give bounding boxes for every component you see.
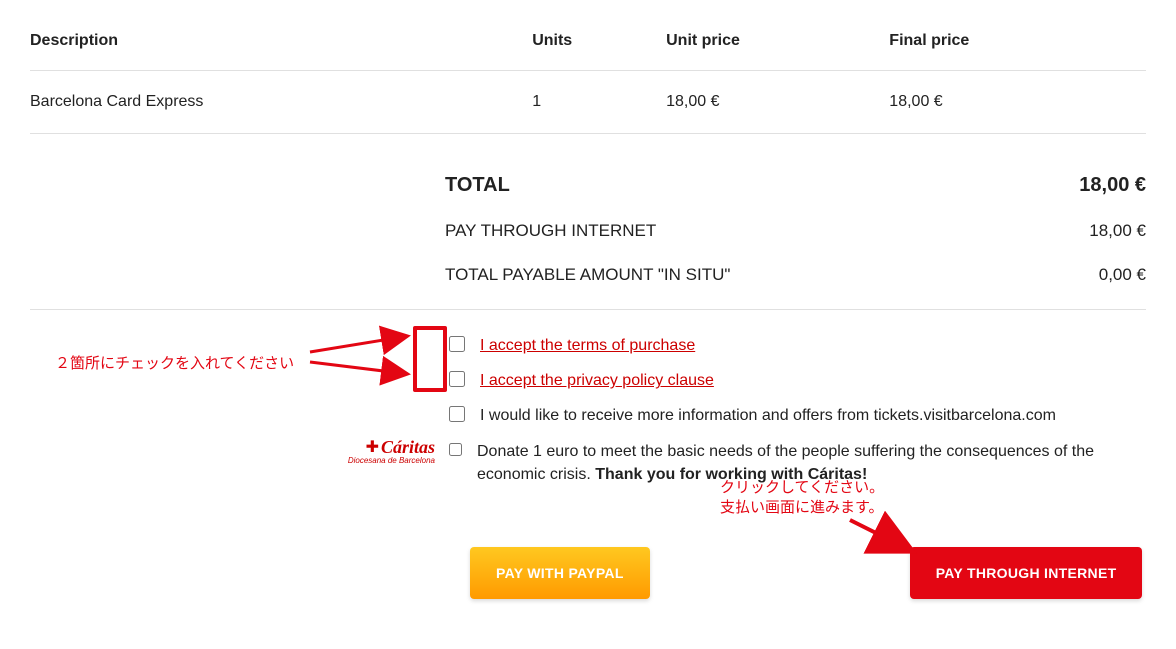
donate-thanks: Thank you for working with Cáritas!: [595, 466, 867, 483]
cell-final-price: 18,00 €: [889, 71, 1146, 134]
terms-row: I accept the terms of purchase: [445, 328, 1146, 363]
total-label: TOTAL: [445, 174, 1079, 197]
insitu-value: 0,00 €: [1099, 265, 1146, 285]
donate-checkbox[interactable]: [449, 443, 462, 456]
caritas-name: Cáritas: [381, 437, 435, 457]
th-unit-price: Unit price: [666, 20, 889, 71]
pay-through-internet-button[interactable]: PAY THROUGH INTERNET: [910, 547, 1143, 599]
privacy-row: I accept the privacy policy clause: [445, 363, 1146, 398]
caritas-icon: ✚: [366, 440, 379, 456]
total-value: 18,00 €: [1079, 174, 1146, 197]
donate-label: Donate 1 euro to meet the basic needs of…: [477, 440, 1146, 486]
pay-internet-label: PAY THROUGH INTERNET: [445, 221, 1089, 241]
consent-section: I accept the terms of purchase I accept …: [445, 328, 1146, 492]
th-units: Units: [532, 20, 666, 71]
checkout-page: Description Units Unit price Final price…: [0, 0, 1176, 649]
arrow-to-terms-icon: [310, 330, 420, 354]
th-final-price: Final price: [889, 20, 1146, 71]
pay-with-paypal-button[interactable]: PAY WITH PAYPAL: [470, 547, 650, 599]
table-row: Barcelona Card Express 1 18,00 € 18,00 €: [30, 71, 1146, 134]
totals-section: TOTAL 18,00 € PAY THROUGH INTERNET 18,00…: [445, 162, 1146, 297]
donate-row: ✚Cáritas Diocesana de Barcelona Donate 1…: [445, 434, 1146, 492]
marketing-label: I would like to receive more information…: [480, 404, 1056, 427]
annotation-check-note: ２箇所にチェックを入れてください: [55, 352, 294, 373]
caritas-subtitle: Diocesana de Barcelona: [345, 457, 435, 465]
pay-internet-value: 18,00 €: [1089, 221, 1146, 241]
terms-link[interactable]: I accept the terms of purchase: [480, 334, 695, 357]
divider: [30, 309, 1146, 310]
privacy-link[interactable]: I accept the privacy policy clause: [480, 369, 714, 392]
privacy-checkbox[interactable]: [449, 371, 465, 387]
cell-unit-price: 18,00 €: [666, 71, 889, 134]
arrow-to-privacy-icon: [310, 358, 420, 382]
order-table: Description Units Unit price Final price…: [30, 20, 1146, 134]
cell-description: Barcelona Card Express: [30, 71, 532, 134]
marketing-row: I would like to receive more information…: [445, 398, 1146, 433]
annotation-click-line2: 支払い画面に進みます。: [720, 498, 884, 518]
terms-checkbox[interactable]: [449, 336, 465, 352]
insitu-label: TOTAL PAYABLE AMOUNT "IN SITU": [445, 265, 1099, 285]
button-row: PAY WITH PAYPAL PAY THROUGH INTERNET: [470, 547, 1146, 619]
cell-units: 1: [532, 71, 666, 134]
th-description: Description: [30, 20, 532, 71]
marketing-checkbox[interactable]: [449, 406, 465, 422]
annotation-box: [413, 326, 447, 392]
caritas-logo: ✚Cáritas Diocesana de Barcelona: [345, 438, 435, 465]
